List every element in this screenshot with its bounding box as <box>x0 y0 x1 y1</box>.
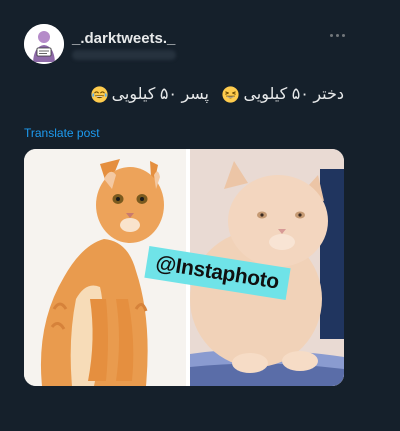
tweet-phrase-girl: دختر ۵۰ کیلویی <box>222 84 344 104</box>
username[interactable]: _.darktweets._ <box>72 30 175 47</box>
avatar-image <box>24 24 64 64</box>
tweet-card: _.darktweets._ دختر ۵۰ کیلویی پسر ۵۰ کیل… <box>0 0 400 431</box>
tears-of-joy-icon <box>90 85 108 103</box>
blurred-handle <box>72 50 176 60</box>
translate-post-link[interactable]: Translate post <box>24 126 100 140</box>
more-options-icon[interactable] <box>328 28 346 42</box>
tweet-text-part-2: پسر ۵۰ کیلویی <box>111 86 209 103</box>
tweet-media[interactable]: @Instaphoto <box>24 149 344 386</box>
avatar[interactable] <box>24 24 64 64</box>
grinning-squint-face-icon <box>222 85 240 103</box>
tweet-text-part-1: دختر ۵۰ کیلویی <box>243 86 344 103</box>
tweet-phrase-boy: پسر ۵۰ کیلویی <box>90 84 209 104</box>
tweet-text: دختر ۵۰ کیلویی پسر ۵۰ کیلویی <box>24 84 344 106</box>
